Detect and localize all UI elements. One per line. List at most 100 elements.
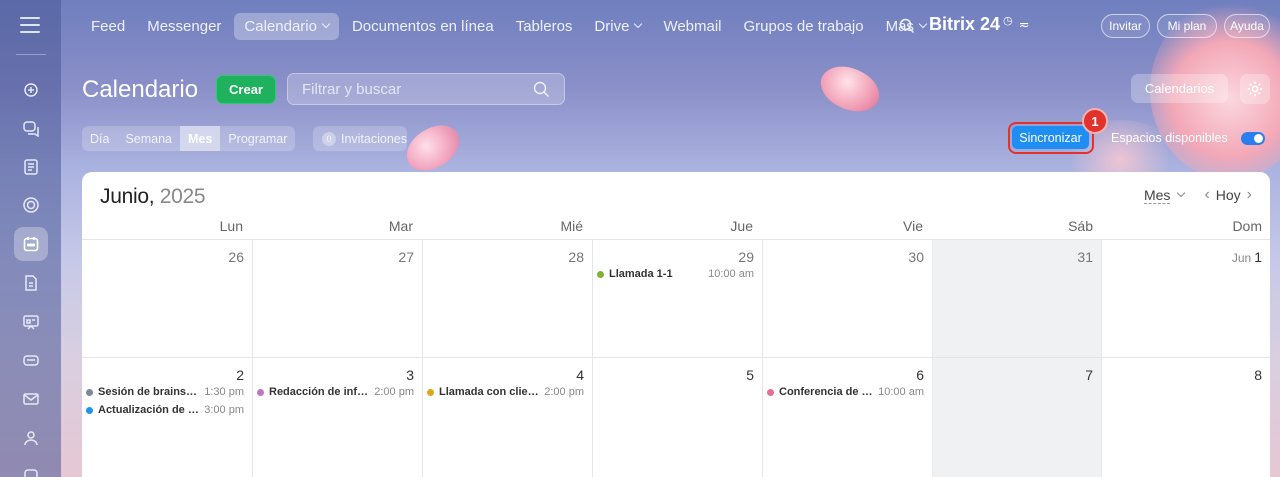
calendar-event[interactable]: Llamada con cliente 2:00 pm xyxy=(427,384,584,400)
nav-calendar[interactable]: Calendario xyxy=(234,12,339,40)
menu-icon[interactable] xyxy=(20,17,40,33)
day-cell[interactable]: 8 xyxy=(1101,357,1270,477)
event-title: Actualización de proyecto xyxy=(98,404,200,416)
nav-drive[interactable]: Drive xyxy=(594,17,643,35)
calendar-event[interactable]: Sesión de brainstorming 1:30 pm xyxy=(86,384,244,400)
nav-webmail[interactable]: Webmail xyxy=(663,18,721,35)
chevron-down-icon xyxy=(1177,188,1186,198)
brand-logo[interactable]: Bitrix 24 ◷ ≂ xyxy=(929,14,1030,35)
step-badge: 1 xyxy=(1082,108,1108,134)
search-icon[interactable] xyxy=(899,18,915,34)
nav-boards[interactable]: Tableros xyxy=(516,18,573,35)
calendar-card: Junio, 2025 Mes ‹ Hoy › Lun Mar Mié Jue … xyxy=(82,172,1270,477)
year: 2025 xyxy=(159,185,206,208)
event-title: Llamada con cliente xyxy=(439,386,541,398)
calendar-event[interactable]: Conferencia de ventas 10:00 am xyxy=(767,384,924,400)
my-plan-button[interactable]: Mi plan xyxy=(1157,14,1217,38)
create-button[interactable]: Crear xyxy=(216,75,276,104)
event-color-dot xyxy=(86,406,93,414)
settings-sliders-icon[interactable]: ≂ xyxy=(1019,17,1030,33)
day-cell[interactable]: 30 xyxy=(762,239,932,357)
weekday-header: Jue xyxy=(730,218,753,234)
prev-arrow-icon[interactable]: ‹ xyxy=(1204,186,1209,204)
clock-icon: ◷ xyxy=(1003,15,1013,27)
nav-workgroups[interactable]: Grupos de trabajo xyxy=(744,18,864,35)
day-cell[interactable]: 4 Llamada con cliente 2:00 pm xyxy=(422,357,592,477)
day-cell[interactable]: 3 Redacción de informe 2:00 pm xyxy=(252,357,422,477)
day-cell[interactable]: 2 Sesión de brainstorming 1:30 pm Actual… xyxy=(82,357,252,477)
groups-icon[interactable] xyxy=(14,421,48,455)
day-cell[interactable]: 28 xyxy=(422,239,592,357)
invite-label: Invitar xyxy=(1109,19,1142,33)
nav-label: Drive xyxy=(594,17,630,35)
event-color-dot xyxy=(597,270,604,278)
event-time: 2:00 pm xyxy=(374,386,414,398)
top-navigation: Feed Messenger Calendario Documentos en … xyxy=(61,0,1280,52)
help-label: Ayuda xyxy=(1230,19,1264,33)
settings-button[interactable] xyxy=(1240,74,1270,104)
day-cell[interactable]: 27 xyxy=(252,239,422,357)
background-petal xyxy=(399,119,467,177)
day-number: 30 xyxy=(908,249,924,265)
mail-icon[interactable] xyxy=(14,382,48,416)
feed-icon[interactable] xyxy=(14,73,48,107)
weekday-header: Mié xyxy=(560,218,583,234)
next-arrow-icon[interactable]: › xyxy=(1247,186,1252,204)
day-cell[interactable]: 5 xyxy=(592,357,762,477)
day-cell[interactable]: 29 Llamada 1-1 10:00 am xyxy=(592,239,762,357)
event-title: Redacción de informe xyxy=(269,386,370,398)
crm-icon[interactable] xyxy=(14,188,48,222)
search-icon[interactable] xyxy=(533,81,550,98)
view-week[interactable]: Semana xyxy=(117,126,180,151)
brand-name: Bitrix 24 xyxy=(929,14,1001,34)
event-time: 1:30 pm xyxy=(204,386,244,398)
help-button[interactable]: Ayuda xyxy=(1224,14,1270,38)
view-schedule[interactable]: Programar xyxy=(220,126,295,151)
event-title: Conferencia de ventas xyxy=(779,386,874,398)
invitations-button[interactable]: 0 Invitaciones xyxy=(313,126,407,151)
view-switcher: Día Semana Mes Programar xyxy=(82,126,296,151)
view-day[interactable]: Día xyxy=(82,126,117,151)
nav-messenger[interactable]: Messenger xyxy=(147,18,221,35)
my-plan-label: Mi plan xyxy=(1167,19,1207,33)
calendar-event[interactable]: Redacción de informe 2:00 pm xyxy=(257,384,414,400)
day-number-value: 1 xyxy=(1254,249,1262,265)
weekday-header: Vie xyxy=(903,218,923,234)
nav-online-documents[interactable]: Documentos en línea xyxy=(352,18,494,35)
day-cell[interactable]: 26 xyxy=(82,239,252,357)
invite-button[interactable]: Invitar xyxy=(1101,14,1150,38)
view-month[interactable]: Mes xyxy=(180,126,221,151)
chevron-down-icon xyxy=(634,19,643,29)
sync-highlight: Sincronizar xyxy=(1008,122,1094,154)
nav-feed[interactable]: Feed xyxy=(91,18,125,35)
day-cell[interactable]: 6 Conferencia de ventas 10:00 am xyxy=(762,357,932,477)
calendars-button[interactable]: Calendarios xyxy=(1131,74,1228,103)
chevron-down-icon xyxy=(918,19,928,29)
weekday-header: Dom xyxy=(1232,218,1262,234)
event-time: 10:00 am xyxy=(708,268,754,280)
filter-search[interactable] xyxy=(287,73,565,105)
calendar-icon[interactable] xyxy=(14,227,48,261)
more-apps-icon[interactable] xyxy=(14,459,48,477)
day-cell[interactable]: 31 xyxy=(932,239,1101,357)
documents-icon[interactable] xyxy=(14,266,48,300)
available-spaces-label: Espacios disponibles xyxy=(1111,131,1228,145)
drive-icon[interactable] xyxy=(14,343,48,377)
day-number: 26 xyxy=(228,249,244,265)
calendar-event[interactable]: Actualización de proyecto 3:00 pm xyxy=(86,402,244,418)
calendars-label: Calendarios xyxy=(1144,81,1215,96)
day-cell[interactable]: 7 xyxy=(932,357,1101,477)
calendar-event[interactable]: Llamada 1-1 10:00 am xyxy=(597,266,754,282)
board-icon[interactable] xyxy=(14,305,48,339)
tasks-icon[interactable] xyxy=(14,150,48,184)
view-mode-dropdown[interactable]: Mes xyxy=(1143,187,1171,204)
chat-icon[interactable] xyxy=(14,111,48,145)
day-number: 29 xyxy=(738,249,754,265)
nav-label: Feed xyxy=(91,17,126,35)
search-input[interactable] xyxy=(302,81,522,98)
day-cell[interactable]: Jun 1 xyxy=(1101,239,1270,357)
available-spaces-toggle[interactable] xyxy=(1241,132,1265,145)
sync-button[interactable]: Sincronizar xyxy=(1012,126,1089,149)
today-button[interactable]: Hoy xyxy=(1216,187,1241,203)
calendar-controls: Mes ‹ Hoy › xyxy=(1143,186,1258,204)
